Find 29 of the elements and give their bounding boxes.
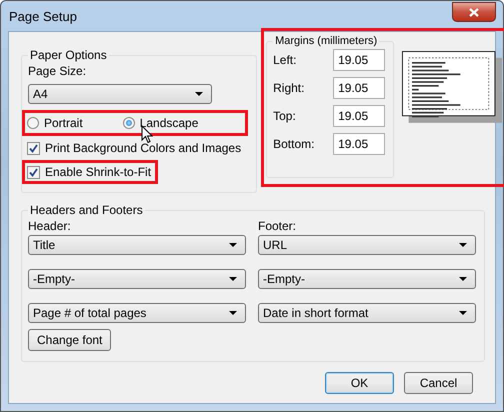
dialog-button[interactable]: Cancel xyxy=(404,372,473,394)
field-label: Footer: xyxy=(258,219,298,233)
radio-option[interactable]: Landscape xyxy=(122,116,198,130)
group-title: Paper Options xyxy=(29,48,108,62)
radio-option[interactable]: Portrait xyxy=(27,116,83,130)
dialog-button[interactable]: OK xyxy=(325,372,394,394)
field-label: Bottom: xyxy=(273,137,314,151)
input-field[interactable]: 19.05 xyxy=(333,133,386,155)
dropdown[interactable]: Title xyxy=(28,235,246,255)
field-label: Top: xyxy=(273,109,296,123)
field-label: Page Size: xyxy=(28,64,88,78)
input-field[interactable]: 19.05 xyxy=(333,105,386,127)
input-field[interactable]: 19.05 xyxy=(333,77,386,99)
dropdown[interactable]: URL xyxy=(258,235,476,255)
dropdown[interactable]: Date in short format xyxy=(258,303,476,323)
checkbox-label: Print Background Colors and Images xyxy=(45,141,242,155)
field-label: Left: xyxy=(273,53,296,67)
dropdown[interactable]: A4 xyxy=(28,84,212,104)
dropdown[interactable]: -Empty- xyxy=(258,269,476,289)
group-title: Margins (millimeters) xyxy=(274,35,378,47)
window-title: Page Setup xyxy=(9,8,77,24)
dropdown[interactable]: -Empty- xyxy=(28,269,246,289)
field-label: Right: xyxy=(273,81,304,95)
change-font-button[interactable]: Change font xyxy=(28,329,112,351)
input-field[interactable]: 19.05 xyxy=(333,49,386,71)
dropdown[interactable]: Page # of total pages xyxy=(28,303,246,323)
checkbox-label: Enable Shrink-to-Fit xyxy=(45,165,152,179)
group-title: Headers and Footers xyxy=(29,203,144,217)
field-label: Header: xyxy=(28,219,72,233)
